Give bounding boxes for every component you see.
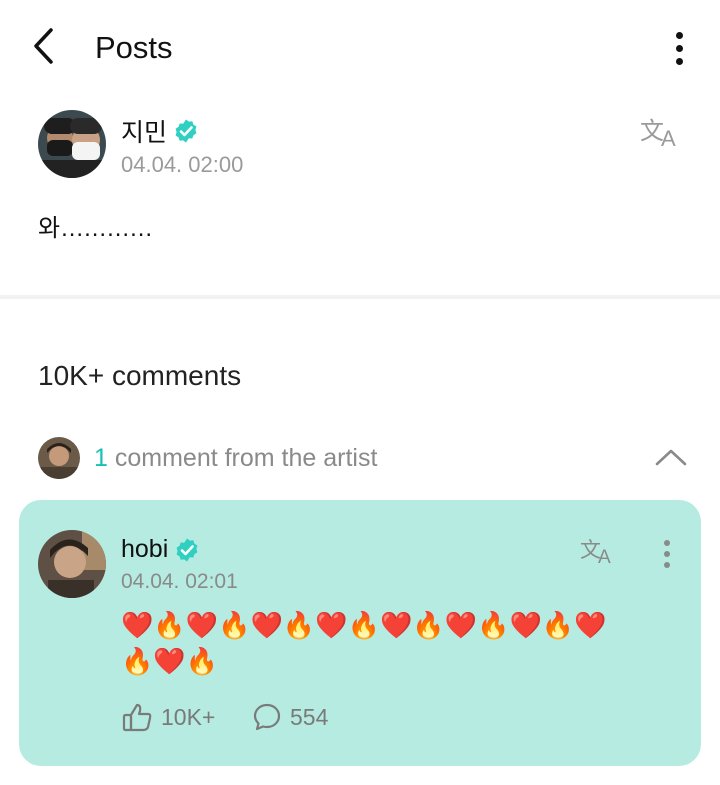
more-vertical-icon xyxy=(664,540,670,546)
comment-body: ❤️🔥❤️🔥❤️🔥❤️🔥❤️🔥❤️🔥❤️🔥❤️🔥❤️🔥 xyxy=(121,611,607,677)
comment-author: hobi xyxy=(121,535,200,564)
post-author-avatar[interactable] xyxy=(38,110,106,178)
comment-translate-button[interactable]: 文 A xyxy=(580,533,620,569)
post-author-name[interactable]: 지민 xyxy=(121,113,167,149)
more-options-button[interactable] xyxy=(662,28,696,68)
reply-count: 554 xyxy=(290,703,329,730)
section-divider xyxy=(0,295,720,299)
comment-count-heading: 10K+ comments xyxy=(38,360,242,391)
artist-comments-toggle[interactable]: 1 comment from the artist xyxy=(38,436,688,480)
comment-author-avatar[interactable] xyxy=(38,530,106,598)
like-icon xyxy=(122,703,152,732)
chevron-up-icon xyxy=(655,449,687,466)
verified-badge-icon xyxy=(176,538,198,561)
artist-avatar xyxy=(38,437,80,479)
comment-bubble-icon xyxy=(253,703,281,731)
translate-icon: 文 A xyxy=(580,538,611,568)
post-author: 지민 xyxy=(121,113,199,149)
artist-comment-label: comment from the artist xyxy=(114,443,378,472)
like-count: 10K+ xyxy=(161,703,216,730)
comment-author-name[interactable]: hobi xyxy=(121,535,168,564)
svg-text:A: A xyxy=(661,126,676,151)
svg-text:A: A xyxy=(598,547,611,568)
translate-button[interactable]: 文 A xyxy=(640,112,686,152)
more-vertical-icon xyxy=(675,31,683,39)
like-button[interactable]: 10K+ xyxy=(121,702,215,732)
post-body: 와............ xyxy=(38,215,154,242)
post-timestamp: 04.04. 02:00 xyxy=(121,152,244,177)
comment-timestamp: 04.04. 02:01 xyxy=(121,570,238,593)
page-title: Posts xyxy=(95,30,173,65)
collapse-button[interactable] xyxy=(654,442,688,472)
back-button[interactable] xyxy=(22,24,66,68)
chevron-left-icon xyxy=(34,28,53,64)
translate-icon: 文 A xyxy=(640,117,676,151)
reply-button[interactable]: 554 xyxy=(252,702,328,732)
verified-badge-icon xyxy=(175,119,197,143)
artist-comment-count: 1 xyxy=(94,443,108,472)
comment-more-button[interactable] xyxy=(656,534,678,574)
